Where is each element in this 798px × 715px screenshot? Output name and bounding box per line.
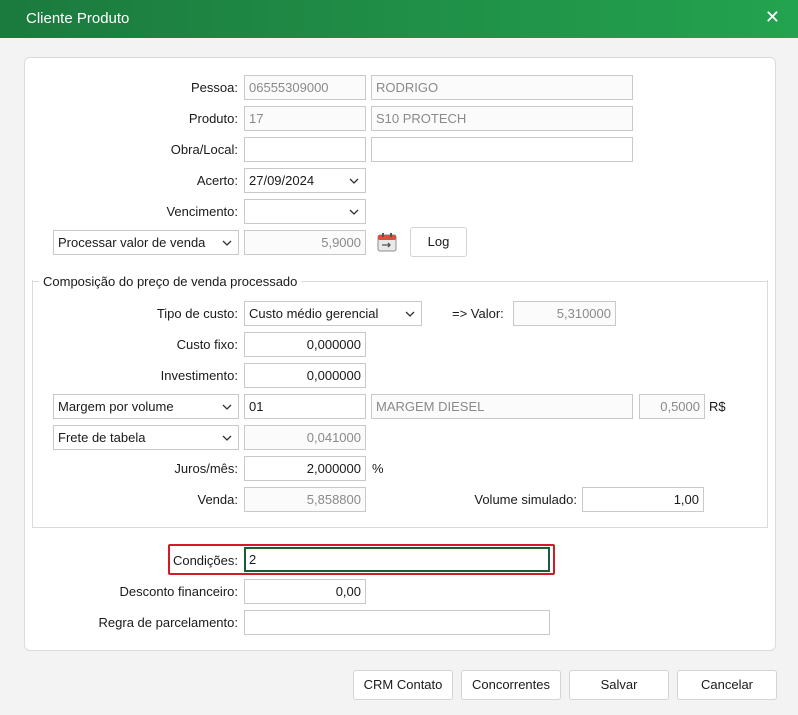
margem-code-field[interactable]: 01 (244, 394, 366, 419)
obra-local-label: Obra/Local: (170, 142, 238, 157)
condicoes-label: Condições: (172, 553, 238, 568)
regra-parcelamento-field[interactable] (244, 610, 550, 635)
margem-name-field[interactable]: MARGEM DIESEL (371, 394, 633, 419)
vencimento-date-picker[interactable] (244, 199, 366, 224)
produto-label: Produto: (188, 111, 238, 126)
window-title: Cliente Produto (26, 10, 130, 27)
close-icon[interactable]: ✕ (765, 8, 780, 26)
tipo-custo-label: Tipo de custo: (156, 306, 238, 321)
frete-value-field[interactable]: 0,041000 (244, 425, 366, 450)
margem-value-field[interactable]: 0,5000 (639, 394, 705, 419)
chevron-down-icon[interactable] (348, 200, 360, 223)
calendar-icon[interactable] (377, 232, 397, 252)
condicoes-input[interactable]: 2 (244, 547, 550, 572)
chevron-down-icon[interactable] (348, 169, 360, 192)
valor-field[interactable]: 5,310000 (513, 301, 616, 326)
volume-simulado-field[interactable]: 1,00 (582, 487, 704, 512)
tipo-custo-value: Custo médio gerencial (249, 306, 379, 321)
processar-select[interactable]: Processar valor de venda (53, 230, 239, 255)
regra-parcelamento-label: Regra de parcelamento: (98, 615, 238, 630)
investimento-label: Investimento: (160, 368, 238, 383)
tipo-custo-select[interactable]: Custo médio gerencial (244, 301, 422, 326)
desconto-financeiro-label: Desconto financeiro: (119, 584, 238, 599)
title-bar: Cliente Produto ✕ (0, 0, 798, 38)
custo-fixo-label: Custo fixo: (176, 337, 238, 352)
margem-unit: R$ (709, 399, 726, 414)
processar-select-value: Processar valor de venda (58, 235, 206, 250)
salvar-button[interactable]: Salvar (569, 670, 669, 700)
main-panel: Pessoa: 06555309000 RODRIGO Produto: 17 … (24, 57, 776, 651)
log-button[interactable]: Log (410, 227, 467, 257)
investimento-field[interactable]: 0,000000 (244, 363, 366, 388)
margem-select[interactable]: Margem por volume (53, 394, 239, 419)
desconto-financeiro-field[interactable]: 0,00 (244, 579, 366, 604)
processar-value-field[interactable]: 5,9000 (244, 230, 366, 255)
pessoa-code-field[interactable]: 06555309000 (244, 75, 366, 100)
custo-fixo-field[interactable]: 0,000000 (244, 332, 366, 357)
venda-field[interactable]: 5,858800 (244, 487, 366, 512)
pessoa-name-field[interactable]: RODRIGO (371, 75, 633, 100)
produto-name-field[interactable]: S10 PROTECH (371, 106, 633, 131)
chevron-down-icon[interactable] (221, 395, 233, 418)
juros-unit: % (372, 461, 384, 476)
frete-select-value: Frete de tabela (58, 430, 146, 445)
margem-select-value: Margem por volume (58, 399, 174, 414)
acerto-date-picker[interactable]: 27/09/2024 (244, 168, 366, 193)
produto-code-field[interactable]: 17 (244, 106, 366, 131)
obra-local-name-field[interactable] (371, 137, 633, 162)
venda-label: Venda: (197, 492, 239, 507)
chevron-down-icon[interactable] (221, 231, 233, 254)
chevron-down-icon[interactable] (221, 426, 233, 449)
frete-select[interactable]: Frete de tabela (53, 425, 239, 450)
obra-local-code-field[interactable] (244, 137, 366, 162)
acerto-label: Acerto: (196, 173, 238, 188)
chevron-down-icon[interactable] (404, 302, 416, 325)
volume-simulado-label: Volume simulado: (474, 492, 577, 507)
juros-field[interactable]: 2,000000 (244, 456, 366, 481)
valor-label: => Valor: (452, 306, 504, 321)
concorrentes-button[interactable]: Concorrentes (461, 670, 561, 700)
crm-contato-button[interactable]: CRM Contato (353, 670, 453, 700)
cancelar-button[interactable]: Cancelar (677, 670, 777, 700)
acerto-value: 27/09/2024 (249, 173, 315, 188)
vencimento-label: Vencimento: (166, 204, 238, 219)
pessoa-label: Pessoa: (191, 80, 238, 95)
juros-label: Juros/mês: (174, 461, 238, 476)
composicao-title: Composição do preço de venda processado (39, 274, 302, 289)
